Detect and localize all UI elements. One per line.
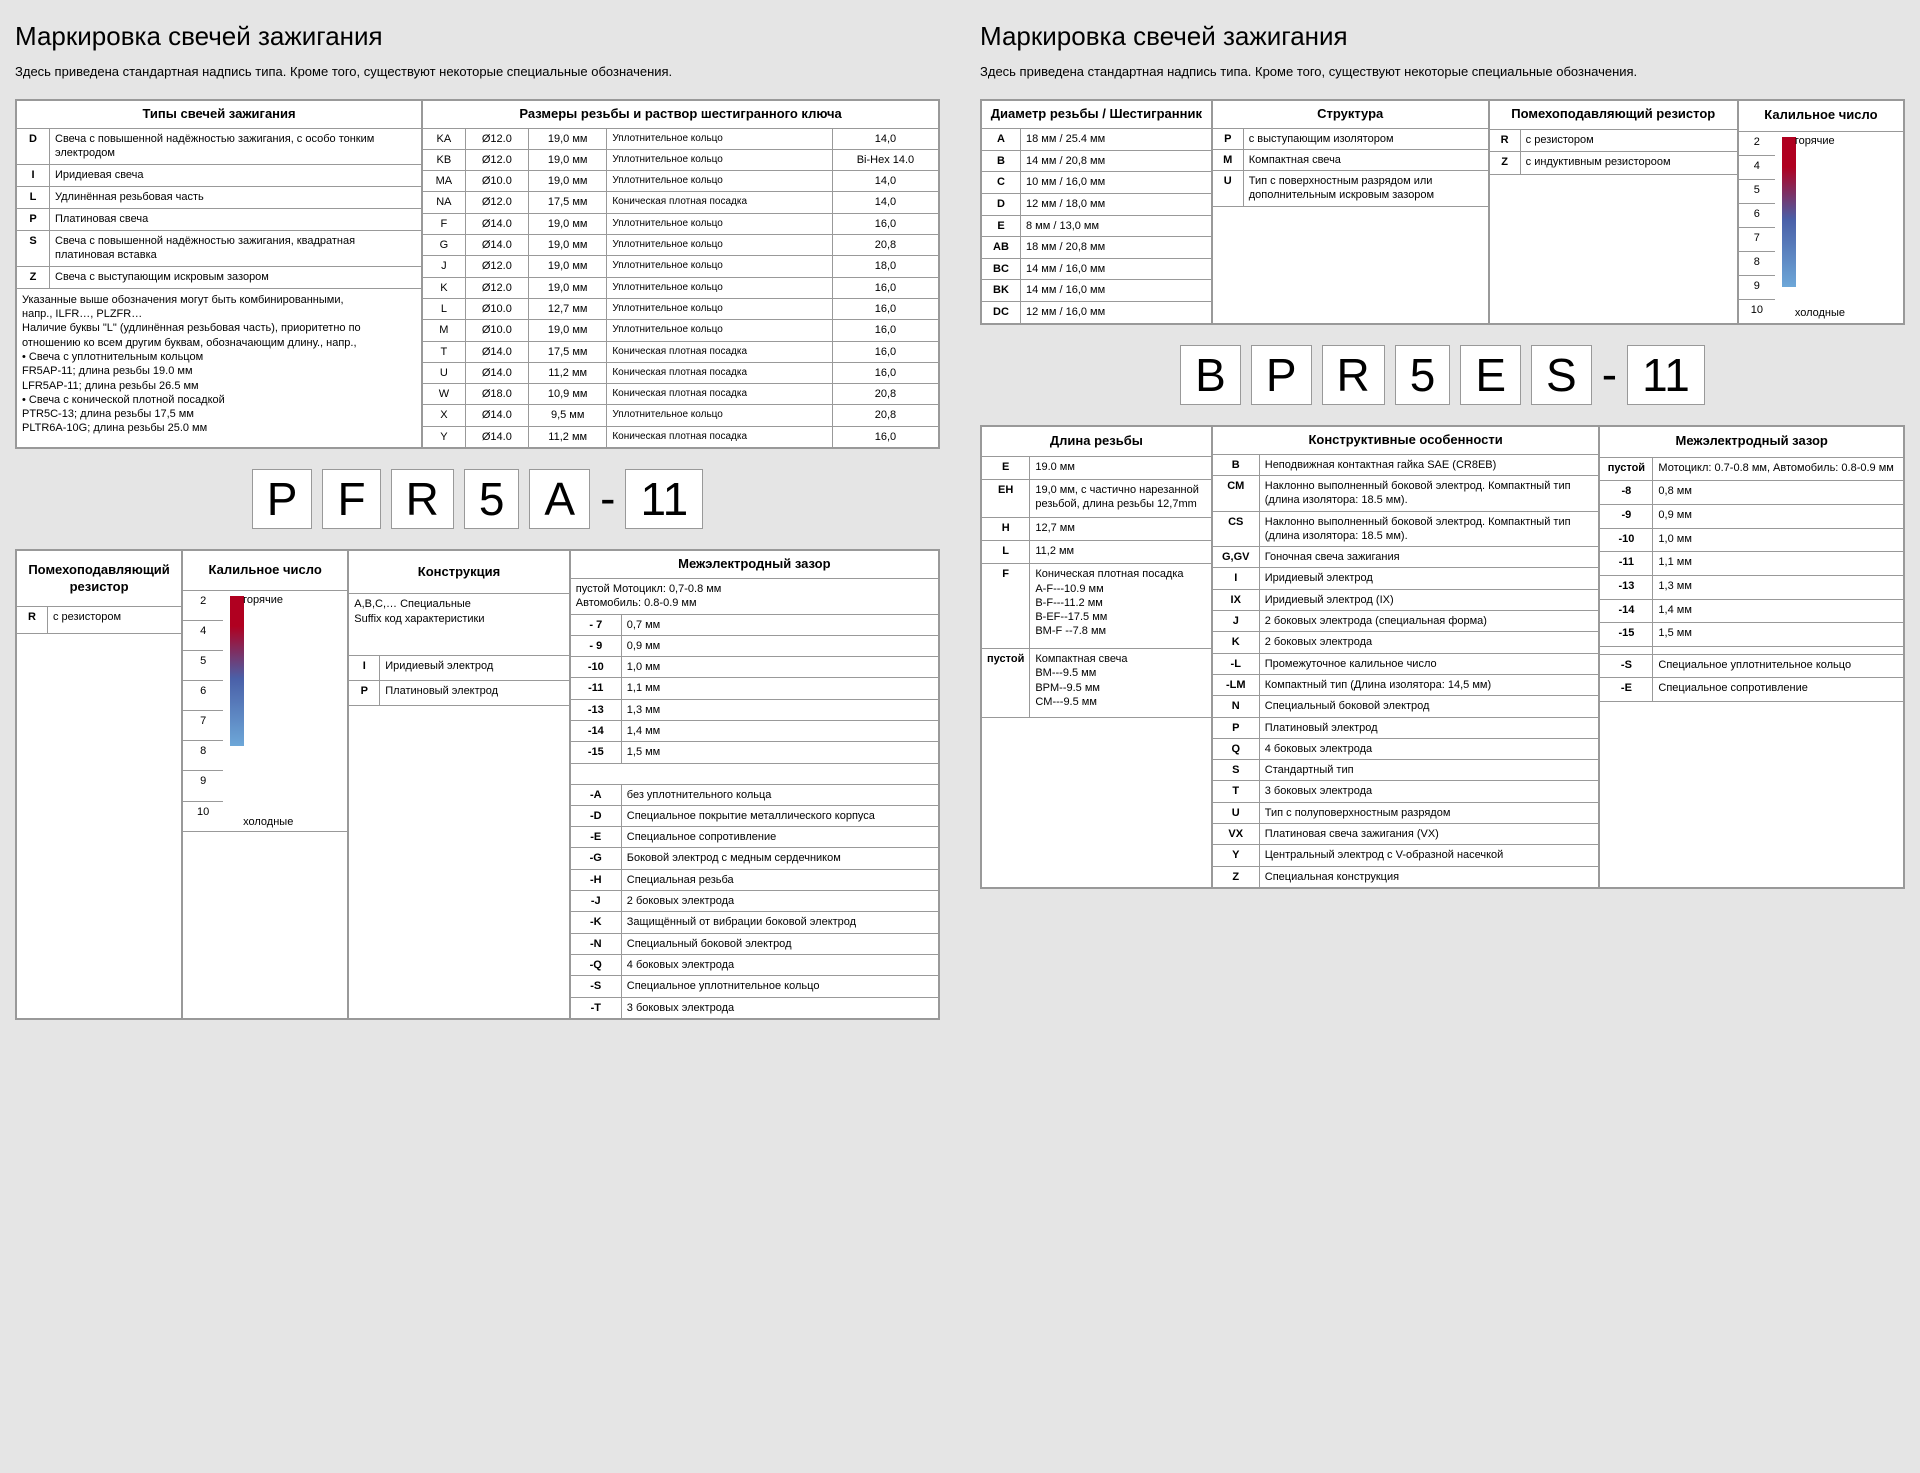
res-header: Помехоподавляющий резистор [17, 551, 182, 607]
top-panel-right: Диаметр резьбы / Шестигранник A18 мм / 2… [980, 99, 1905, 325]
heat-header: Калильное число [183, 551, 348, 591]
types-note: Указанные выше обозначения могут быть ко… [17, 288, 422, 447]
heat-gradient-icon [230, 596, 244, 746]
gap-table: Межэлектродный зазор пустой Мотоцикл: 0,… [570, 550, 939, 1019]
heat-table: Калильное число 2 горячие холодные 45 67… [182, 550, 348, 1019]
len-header: Длина резьбы [982, 426, 1212, 456]
cons-header: Конструкция [349, 551, 570, 594]
subtitle: Здесь приведена стандартная надпись типа… [15, 64, 940, 81]
res-header: Помехоподавляющий резистор [1489, 100, 1737, 129]
heat-header: Калильное число [1738, 100, 1903, 131]
code-right: BPR5ES-11 [980, 345, 1905, 405]
title: Маркировка свечей зажигания [15, 20, 940, 54]
gap-header: Межэлектродный зазор [1600, 426, 1904, 457]
structure-table: Структура Pс выступающим изоляторомMКомп… [1212, 100, 1489, 324]
top-panel-left: Типы свечей зажигания DСвеча с повышенно… [15, 99, 940, 449]
length-table: Длина резьбы E19.0 ммEH19,0 мм, с частич… [981, 426, 1212, 888]
types-table: Типы свечей зажигания DСвеча с повышенно… [16, 100, 422, 448]
right-column: Маркировка свечей зажигания Здесь привед… [980, 20, 1905, 1020]
construction-table: Конструкция A,B,C,… Специальные Suffix к… [348, 550, 570, 1019]
heat-table: Калильное число 2 горячие холодные 45 67… [1738, 100, 1904, 324]
gap-header: Межэлектродный зазор [570, 551, 938, 579]
heat-cold: холодные [243, 815, 293, 829]
types-header: Типы свечей зажигания [17, 100, 422, 128]
dia-header: Диаметр резьбы / Шестигранник [982, 100, 1212, 128]
feat-header: Конструктивные особенности [1212, 426, 1599, 454]
gap-table: Межэлектродный зазор пустойМотоцикл: 0.7… [1599, 426, 1904, 888]
resistor-table: Помехоподавляющий резистор Rс резистором [16, 550, 182, 1019]
title: Маркировка свечей зажигания [980, 20, 1905, 54]
gap-top-note: пустой Мотоцикл: 0,7-0.8 мм Автомобиль: … [570, 578, 938, 614]
diameter-table: Диаметр резьбы / Шестигранник A18 мм / 2… [981, 100, 1212, 324]
heat-hot: горячие [1795, 134, 1835, 148]
heat-cold: холодные [1795, 306, 1845, 320]
features-table: Конструктивные особенности BНеподвижная … [1212, 426, 1600, 888]
subtitle: Здесь приведена стандартная надпись типа… [980, 64, 1905, 81]
struct-header: Структура [1212, 100, 1488, 128]
code-left: PFR5A-11 [15, 469, 940, 529]
bottom-panel-left: Помехоподавляющий резистор Rс резистором… [15, 549, 940, 1020]
cons-note: A,B,C,… Специальные Suffix код характери… [349, 594, 570, 656]
thread-header: Размеры резьбы и раствор шестигранного к… [423, 100, 939, 128]
heat-gradient-icon [1782, 137, 1796, 287]
bottom-panel-right: Длина резьбы E19.0 ммEH19,0 мм, с частич… [980, 425, 1905, 889]
thread-table: Размеры резьбы и раствор шестигранного к… [422, 100, 939, 448]
resistor-table: Помехоподавляющий резистор Rс резистором… [1489, 100, 1738, 324]
heat-hot: горячие [243, 593, 283, 607]
left-column: Маркировка свечей зажигания Здесь привед… [15, 20, 940, 1020]
